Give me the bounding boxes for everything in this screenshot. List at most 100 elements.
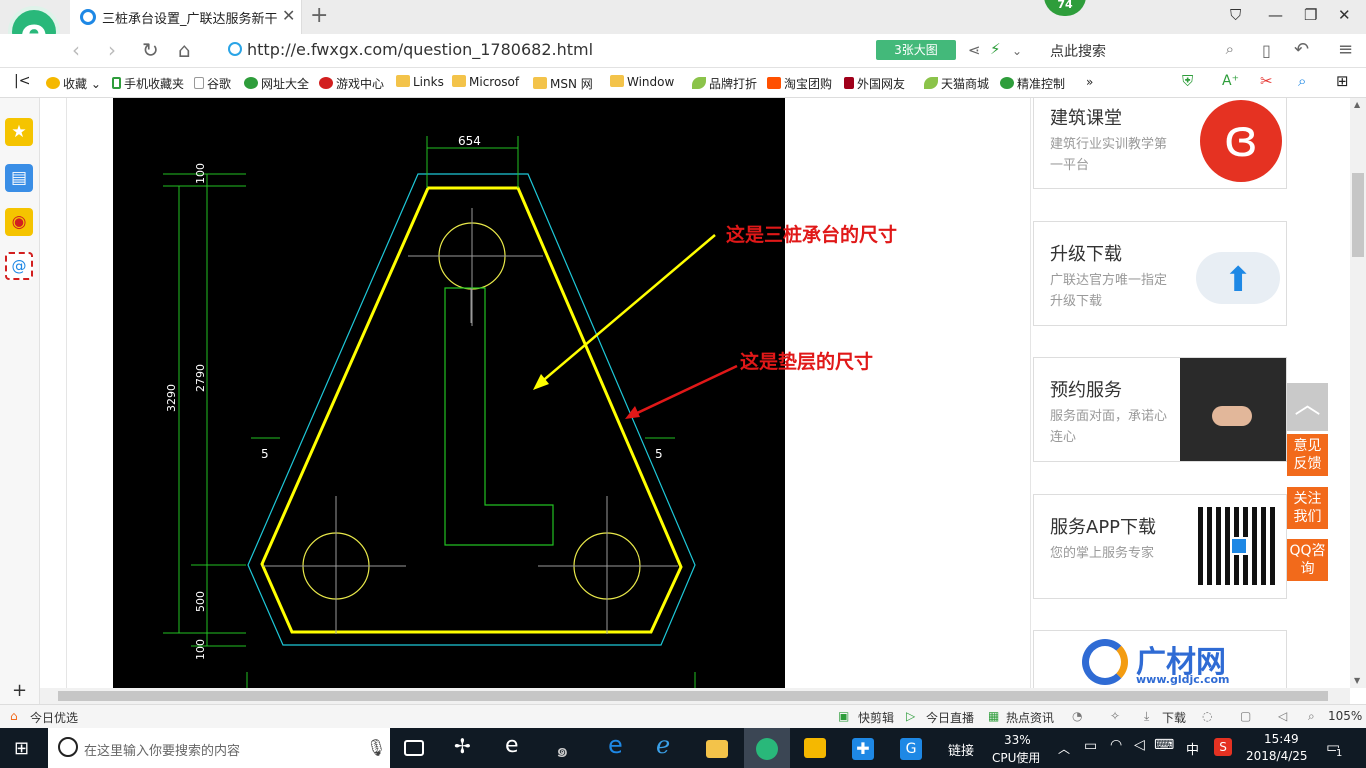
live-icon[interactable]: ▷ [906,709,915,723]
news-link[interactable]: 热点资讯 [1006,709,1054,726]
forward-arrow-icon[interactable]: › [108,38,116,62]
search-icon[interactable]: ⌕ [1226,40,1234,58]
qq-consult-button[interactable]: QQ咨询 [1287,539,1328,581]
volume-icon[interactable]: ◁ [1134,737,1145,753]
search-box[interactable]: 点此搜索 ⌕ [1040,38,1240,62]
back-arrow-icon[interactable]: ‹ [72,38,80,62]
card-building-class[interactable]: 建筑课堂 建筑行业实训教学第一平台 ɞ [1033,98,1287,189]
bookmark-item[interactable]: 精准控制 [1000,75,1065,92]
restore-button[interactable]: ❐ [1304,6,1317,24]
scroll-up-icon[interactable]: ▲ [1354,100,1360,109]
bookmark-item[interactable]: 天猫商城 [924,75,989,92]
cleanup-icon[interactable]: ◌ [1202,709,1212,723]
360-browser-taskbar-icon[interactable] [756,738,778,760]
bookmark-item[interactable]: Links [396,75,444,89]
refresh-icon[interactable]: ↻ [142,38,159,62]
follow-us-button[interactable]: 关注我们 [1287,487,1328,529]
browser-tab[interactable]: 三桩承台设置_广联达服务新干线 ✕ [70,0,302,34]
windows-start-icon[interactable]: ⊞ [14,738,29,759]
notes-app-icon[interactable] [804,738,826,758]
clock-date[interactable]: 2018/4/25 [1246,749,1308,763]
speed-icon[interactable]: ◔ [1072,709,1082,723]
sogou-ime-icon[interactable]: S [1214,738,1232,756]
chevron-down-icon[interactable]: ⌄ [1012,44,1022,58]
tray-expand-icon[interactable]: ︿ [1058,740,1070,757]
spiral-app-icon[interactable]: ๑ [556,734,580,762]
shirt-skin-icon[interactable]: ⛉ [1230,6,1241,24]
download-link[interactable]: 下载 [1162,709,1186,726]
bookmark-item[interactable]: Microsof [452,75,519,89]
bookmark-item[interactable]: 淘宝团购 [767,75,832,92]
lightning-icon[interactable]: ⚡ [990,40,1001,58]
bookmark-item[interactable]: 游戏中心 [319,75,384,92]
phone-mode-icon[interactable]: ▯ [1262,41,1271,60]
file-explorer-icon[interactable] [706,740,728,758]
card-appointment[interactable]: 预约服务 服务面对面，承诺心连心 [1033,357,1287,462]
weibo-icon[interactable]: ◉ [5,208,33,236]
sidebar-toggle-icon[interactable]: |< [14,73,30,89]
back-to-top-icon[interactable]: ︿ [1287,383,1328,431]
task-view-icon[interactable] [404,740,424,756]
news-icon[interactable]: ▦ [988,709,999,723]
bookmark-item[interactable]: 收藏 ⌄ [46,75,101,92]
feedback-button[interactable]: 意见反馈 [1287,434,1328,476]
vertical-scroll-thumb[interactable] [1352,173,1364,257]
plus-app-icon[interactable]: ✚ [852,738,874,760]
keyboard-icon[interactable]: ⌨ [1154,737,1174,753]
bookmark-item[interactable]: 网址大全 [244,75,309,92]
more-bookmarks-icon[interactable]: » [1086,75,1093,89]
pin-icon[interactable]: ✧ [1110,709,1120,723]
battery-icon[interactable]: ▭ [1084,738,1097,754]
apps-grid-icon[interactable]: ⊞ [1336,72,1349,90]
live-link[interactable]: 今日直播 [926,709,974,726]
search-input[interactable]: 点此搜索 [1050,41,1106,61]
tab-close-icon[interactable]: ✕ [282,6,295,25]
card-upgrade-download[interactable]: 升级下载 广联达官方唯一指定升级下载 ⬆ [1033,221,1287,326]
ime-indicator[interactable]: 中 [1186,739,1199,758]
today-picks-link[interactable]: 今日优选 [30,709,78,726]
wifi-icon[interactable]: ◠ [1110,737,1122,753]
card-gldjc[interactable]: 广材网 www.gldjc.com [1033,630,1287,688]
menu-icon[interactable]: ≡ [1338,39,1353,60]
minimize-button[interactable]: — [1268,6,1283,24]
mute-icon[interactable]: ◁ [1278,709,1287,723]
zoom-icon[interactable]: ⌕ [1308,709,1315,724]
quickcut-icon[interactable]: ▣ [838,709,849,723]
share-icon[interactable]: ⋖ [968,41,981,59]
magnifier-icon[interactable]: ⌕ [1298,72,1306,90]
add-sidebar-icon[interactable]: + [12,680,27,701]
taskbar-search-input[interactable]: 在这里输入你要搜索的内容 [84,740,240,759]
pinwheel-app-icon[interactable]: ✢ [454,734,478,758]
gift-icon[interactable]: ⌂ [10,709,18,723]
edge-e-app-icon[interactable]: e [505,733,529,758]
taskbar-search[interactable]: 在这里输入你要搜索的内容 🎙 [48,728,390,768]
scroll-down-icon[interactable]: ▼ [1354,676,1360,685]
bookmark-item[interactable]: 谷歌 [194,75,231,92]
zoom-level[interactable]: 105% [1328,709,1362,723]
cortana-icon[interactable] [58,737,78,757]
g-app-icon[interactable]: G [900,738,922,760]
link-label[interactable]: 链接 [948,740,974,759]
ie-browser-icon[interactable]: ℯ [656,731,680,759]
address-bar[interactable]: http://e.fwxgx.com/question_1780682.html [247,40,593,59]
bookmark-item[interactable]: 品牌打折 [692,75,757,92]
close-window-button[interactable]: ✕ [1338,6,1351,24]
shield-icon[interactable]: ⛨ [1182,72,1193,90]
scissors-icon[interactable]: ✂ [1260,72,1273,90]
window-icon[interactable]: ▢ [1240,709,1251,723]
bookmark-item[interactable]: 手机收藏夹 [112,75,184,92]
reader-icon[interactable]: ▤ [5,164,33,192]
home-icon[interactable]: ⌂ [178,38,191,62]
bigpic-button[interactable]: 3张大图 [876,40,956,60]
undo-icon[interactable]: ↶ [1294,39,1309,60]
edge-browser-icon[interactable]: e [608,731,632,759]
quickcut-link[interactable]: 快剪辑 [858,709,894,726]
microphone-icon[interactable]: 🎙 [366,738,386,757]
translate-icon[interactable]: A⁺ [1222,73,1239,89]
new-tab-button[interactable]: + [310,3,328,28]
favorites-star-icon[interactable]: ★ [5,118,33,146]
download-icon[interactable]: ⤓ [1144,709,1149,724]
bookmark-item[interactable]: 外国网友 [844,75,905,92]
card-app-download[interactable]: 服务APP下载 您的掌上服务专家 [1033,494,1287,599]
email-icon[interactable]: @ [5,252,33,280]
